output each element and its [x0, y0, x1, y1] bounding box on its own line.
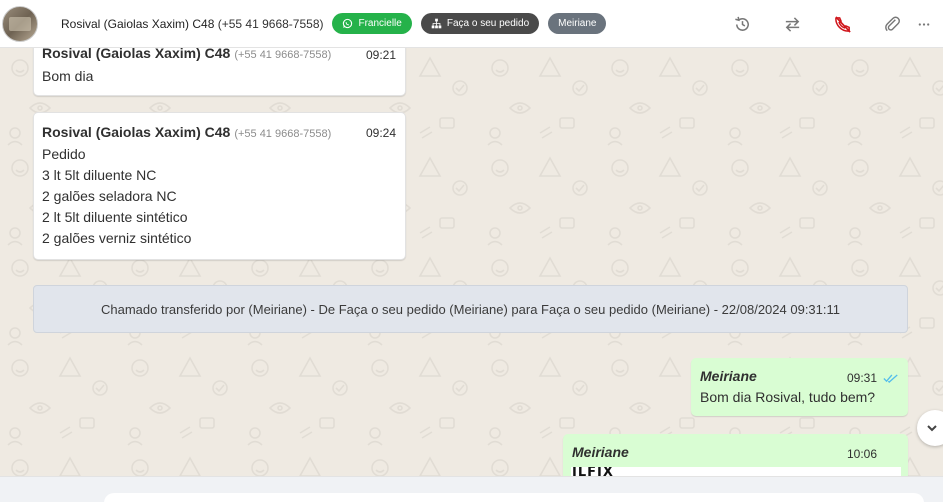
whatsapp-icon — [343, 18, 353, 29]
message-sender: Meiriane — [572, 444, 629, 460]
user-tag-label: Meiriane — [558, 18, 597, 29]
chevron-down-icon — [927, 425, 937, 432]
brand-logo: ILFIX — [571, 467, 653, 476]
end-call-icon — [834, 15, 851, 33]
queue-tag[interactable]: Faça o seu pedido — [420, 13, 540, 34]
message-input[interactable] — [104, 493, 924, 502]
user-tag[interactable]: Meiriane — [548, 13, 607, 34]
message-line: 2 galões seladora NC — [42, 188, 177, 204]
message-sender: Meiriane — [700, 368, 757, 384]
incoming-message[interactable]: Rosival (Gaiolas Xaxim) C48 (+55 41 9668-… — [33, 48, 406, 96]
history-icon — [734, 16, 749, 31]
sender-name: Rosival (Gaiolas Xaxim) C48 — [42, 124, 231, 140]
message-text: Bom dia Rosival, tudo bem? — [700, 389, 876, 405]
outgoing-message[interactable]: Meiriane 09:31 Bom dia Rosival, tudo bem… — [691, 358, 908, 416]
contact-phone: (+55 41 9668-7558) — [217, 16, 324, 31]
contact-title[interactable]: Rosival (Gaiolas Xaxim) C48 (+55 41 9668… — [61, 17, 323, 31]
avatar[interactable] — [2, 5, 38, 42]
message-line: 3 lt 5lt diluente NC — [42, 167, 157, 183]
end-call-button[interactable] — [817, 0, 867, 48]
sender-phone: (+55 41 9668-7558) — [234, 128, 332, 140]
message-line: 2 galões verniz sintético — [42, 230, 192, 246]
outgoing-message[interactable]: Meiriane 10:06 ILFIX — [563, 434, 908, 476]
message-time: 09:31 — [846, 371, 877, 385]
read-ticks-icon — [883, 374, 898, 383]
transfer-button[interactable] — [767, 0, 817, 48]
history-button[interactable] — [717, 0, 767, 48]
attachment-icon — [884, 16, 900, 31]
header-actions — [717, 0, 943, 48]
image-attachment[interactable]: ILFIX — [571, 467, 901, 476]
chat-header: Rosival (Gaiolas Xaxim) C48 (+55 41 9668… — [0, 0, 943, 48]
message-body: Pedido 3 lt 5lt diluente NC 2 galões sel… — [42, 144, 191, 249]
message-text: Bom dia — [42, 68, 94, 84]
sender-phone: (+55 41 9668-7558) — [234, 49, 332, 61]
message-line: Pedido — [42, 146, 86, 162]
composer-bar — [0, 476, 943, 502]
message-time: 09:21 — [365, 48, 396, 62]
attachment-button[interactable] — [867, 0, 917, 48]
message-time: 09:24 — [365, 126, 396, 140]
transfer-icon — [785, 16, 799, 32]
chat-area[interactable]: Rosival (Gaiolas Xaxim) C48 (+55 41 9668-… — [0, 48, 943, 476]
agent-tag-label: Francielle — [358, 18, 402, 29]
message-time: 10:06 — [846, 447, 877, 461]
sender-name: Rosival (Gaiolas Xaxim) C48 — [42, 48, 231, 61]
message-line: 2 lt 5lt diluente sintético — [42, 209, 188, 225]
more-button[interactable] — [917, 0, 943, 48]
message-sender: Rosival (Gaiolas Xaxim) C48 (+55 41 9668-… — [42, 124, 331, 140]
message-sender: Rosival (Gaiolas Xaxim) C48 (+55 41 9668-… — [42, 48, 331, 61]
more-icon — [918, 22, 930, 26]
contact-name: Rosival (Gaiolas Xaxim) C48 — [61, 16, 215, 31]
transfer-notice: Chamado transferido por (Meiriane) - De … — [33, 285, 908, 333]
incoming-message[interactable]: Rosival (Gaiolas Xaxim) C48 (+55 41 9668-… — [33, 112, 406, 260]
sitemap-icon — [431, 18, 442, 29]
queue-tag-label: Faça o seu pedido — [446, 18, 530, 29]
agent-tag[interactable]: Francielle — [332, 13, 412, 34]
